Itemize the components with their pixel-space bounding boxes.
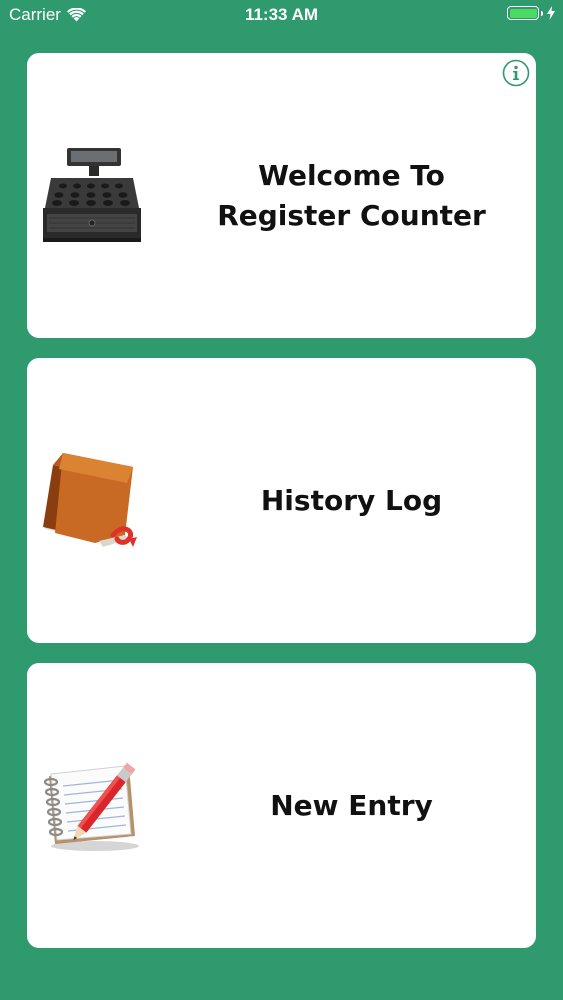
battery-icon <box>507 6 543 20</box>
history-log-card[interactable]: History Log <box>27 358 536 643</box>
battery-indicator <box>507 6 555 20</box>
welcome-title-line2: Register Counter <box>217 198 486 232</box>
charging-bolt-icon <box>547 6 555 20</box>
welcome-card: Welcome To Register Counter <box>27 53 536 338</box>
book-icon <box>37 443 147 553</box>
welcome-title: Welcome To Register Counter <box>187 53 536 338</box>
welcome-title-line1: Welcome To <box>258 158 445 192</box>
notepad-pencil-icon <box>37 748 147 858</box>
status-time: 11:33 AM <box>244 5 319 24</box>
new-entry-title: New Entry <box>270 788 433 822</box>
history-log-title: History Log <box>260 483 443 517</box>
info-icon <box>502 59 530 87</box>
battery-fill <box>509 8 537 18</box>
new-entry-card[interactable]: New Entry <box>27 663 536 948</box>
cash-register-icon <box>37 138 147 248</box>
status-bar: Carrier 11:33 AM <box>0 0 563 30</box>
info-button[interactable] <box>502 59 530 87</box>
